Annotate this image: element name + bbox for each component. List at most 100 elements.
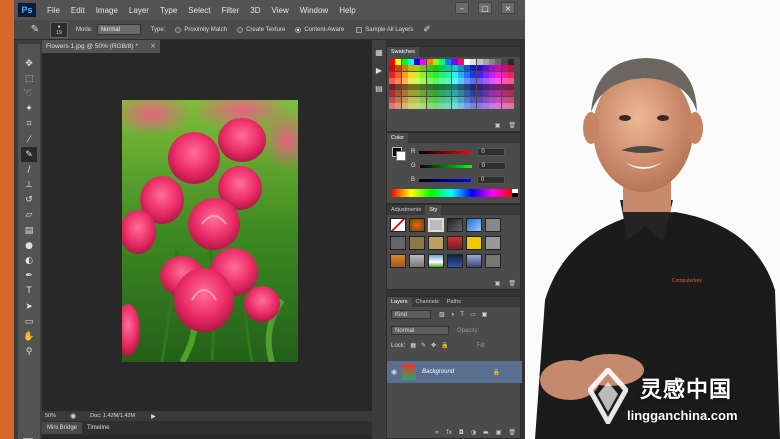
maximize-button[interactable]: □	[478, 2, 492, 14]
tab-adjustments[interactable]: Adjustments	[387, 205, 425, 215]
filter-smart-icon[interactable]: ▣	[482, 311, 488, 318]
tab-layers[interactable]: Layers	[387, 297, 412, 307]
brush-preset-picker[interactable]: ● 19	[50, 21, 68, 38]
swatch-chip[interactable]	[507, 102, 514, 109]
swatch-chip[interactable]	[407, 65, 414, 72]
swatch-chip[interactable]	[457, 96, 464, 103]
radio-content-aware[interactable]	[295, 26, 302, 33]
swatch-chip[interactable]	[495, 77, 502, 84]
swatch-chip[interactable]	[507, 96, 514, 103]
history-brush-tool-icon[interactable]: ↺	[21, 193, 37, 208]
swatch-chip[interactable]	[501, 65, 508, 72]
swatch-chip[interactable]	[439, 84, 445, 90]
tab-swatches[interactable]: Swatches	[387, 47, 419, 57]
swatch-chip[interactable]	[420, 102, 427, 109]
pressure-brush-icon[interactable]: ✐	[423, 24, 431, 35]
style-bevel[interactable]	[390, 236, 406, 250]
lasso-tool-icon[interactable]: ➰	[21, 86, 37, 101]
style-orange[interactable]	[390, 254, 406, 268]
swatch-chip[interactable]	[495, 102, 502, 109]
swatch-chip[interactable]	[464, 77, 470, 84]
swatch-chip[interactable]	[439, 71, 445, 78]
swatch-chip[interactable]	[389, 77, 395, 84]
menu-filter[interactable]: Filter	[217, 6, 246, 15]
swatch-chip[interactable]	[476, 77, 483, 84]
swatch-chip[interactable]	[407, 84, 414, 90]
swatch-chip[interactable]	[395, 71, 402, 78]
swatch-chip[interactable]	[482, 59, 489, 65]
swatch-chip[interactable]	[482, 90, 489, 97]
eraser-tool-icon[interactable]: ▱	[21, 208, 37, 223]
swatch-chip[interactable]	[389, 90, 395, 97]
swatch-chip[interactable]	[401, 84, 408, 90]
swatch-chip[interactable]	[457, 102, 464, 109]
black-white-ramp[interactable]	[512, 189, 518, 197]
filter-adjust-icon[interactable]: ◑	[451, 312, 455, 318]
swatch-chip[interactable]	[482, 84, 489, 90]
swatch-chip[interactable]	[401, 59, 408, 65]
swatch-chip[interactable]	[501, 90, 508, 97]
swatch-chip[interactable]	[389, 102, 395, 109]
swatch-chip[interactable]	[451, 102, 458, 109]
blue-slider[interactable]	[419, 178, 472, 182]
blue-value-field[interactable]: 0	[477, 176, 506, 184]
history-panel-icon[interactable]: ▦	[373, 46, 385, 58]
move-tool-icon[interactable]: ✥	[21, 56, 37, 71]
swatch-chip[interactable]	[426, 77, 433, 84]
hand-tool-icon[interactable]: ✋	[21, 329, 37, 344]
swatch-chip[interactable]	[439, 59, 445, 65]
swatch-chip[interactable]	[445, 84, 452, 90]
style-blue[interactable]	[466, 218, 482, 232]
swatch-chip[interactable]	[389, 59, 395, 65]
swatch-chip[interactable]	[470, 84, 477, 90]
swatch-chip[interactable]	[389, 96, 395, 103]
swatch-chip[interactable]	[445, 96, 452, 103]
filter-pixel-icon[interactable]: ▧	[439, 311, 445, 318]
healing-brush-tool-icon[interactable]: ✎	[21, 147, 37, 163]
swatch-chip[interactable]	[439, 65, 445, 72]
swatch-chip[interactable]	[389, 65, 395, 72]
style-yellow[interactable]	[466, 236, 482, 250]
swatch-chip[interactable]	[507, 71, 514, 78]
swatch-chip[interactable]	[470, 96, 477, 103]
swatch-chip[interactable]	[457, 71, 464, 78]
swatch-chip[interactable]	[420, 84, 427, 90]
path-select-tool-icon[interactable]: ➤	[21, 299, 37, 314]
tab-paths[interactable]: Paths	[443, 297, 465, 307]
swatch-chip[interactable]	[495, 59, 502, 65]
swatch-chip[interactable]	[457, 90, 464, 97]
swatch-chip[interactable]	[495, 84, 502, 90]
swatch-chip[interactable]	[445, 71, 452, 78]
swatch-chip[interactable]	[407, 90, 414, 97]
menu-edit[interactable]: Edit	[66, 6, 91, 15]
swatch-chip[interactable]	[426, 65, 433, 72]
menu-type[interactable]: Type	[155, 6, 183, 15]
swatch-chip[interactable]	[464, 102, 470, 109]
swatch-chip[interactable]	[439, 90, 445, 97]
swatch-chip[interactable]	[464, 90, 470, 97]
style-dark[interactable]	[447, 218, 463, 232]
swatch-chip[interactable]	[476, 59, 483, 65]
radio-proximity-match[interactable]	[175, 26, 182, 33]
tab-channels[interactable]: Channels	[412, 297, 443, 307]
new-swatch-icon[interactable]: ▣	[495, 122, 501, 129]
adjustment-layer-icon[interactable]: ◑	[471, 429, 476, 436]
menu-help[interactable]: Help	[334, 6, 361, 15]
add-mask-icon[interactable]: ◘	[459, 429, 464, 436]
tab-timeline[interactable]: Timeline	[82, 422, 114, 434]
swatch-chip[interactable]	[489, 84, 495, 90]
swatch-chip[interactable]	[432, 65, 439, 72]
swatch-chip[interactable]	[414, 102, 420, 109]
style-sky[interactable]	[428, 254, 444, 268]
swatch-chip[interactable]	[432, 84, 439, 90]
swatch-chip[interactable]	[464, 96, 470, 103]
swatch-chip[interactable]	[445, 65, 452, 72]
lock-position-icon[interactable]: ✥	[431, 342, 436, 349]
swatch-chip[interactable]	[457, 77, 464, 84]
status-arrow-icon[interactable]: ▶	[151, 413, 156, 420]
swatch-chip[interactable]	[501, 102, 508, 109]
swatch-chip[interactable]	[451, 71, 458, 78]
swatch-chip[interactable]	[432, 59, 439, 65]
swatch-chip[interactable]	[414, 71, 420, 78]
swatch-chip[interactable]	[439, 96, 445, 103]
